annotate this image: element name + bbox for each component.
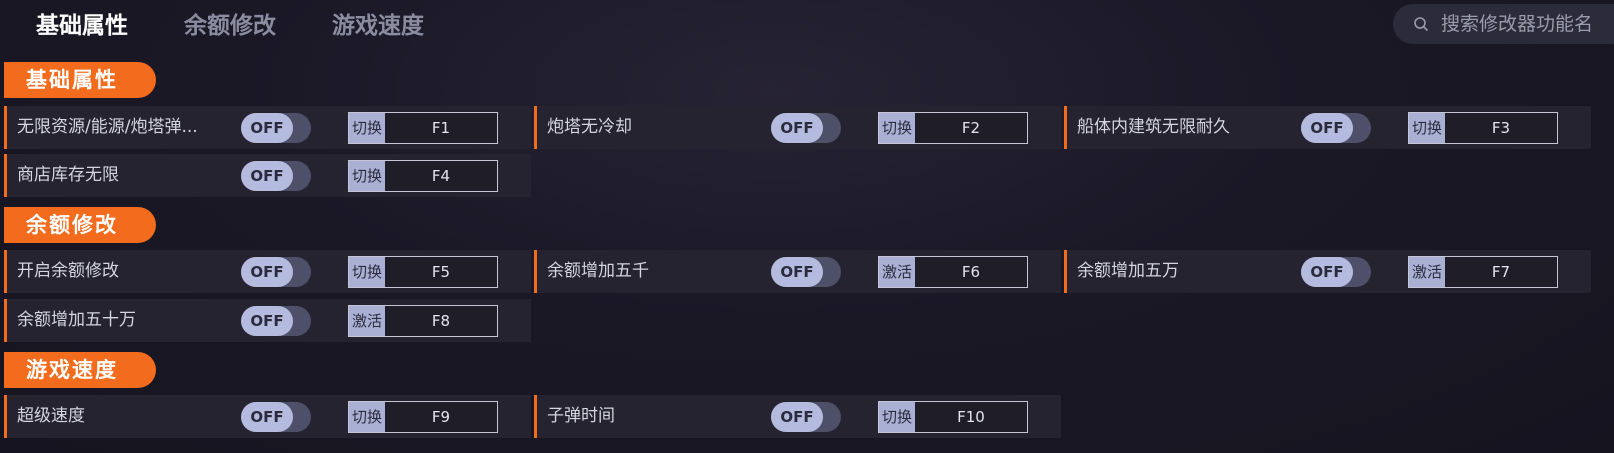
cheat-row: 船体内建筑无限耐久 OFF 切换 F3 bbox=[1064, 106, 1591, 149]
tab-game-speed[interactable]: 游戏速度 bbox=[332, 6, 424, 40]
cheat-toggle[interactable]: OFF bbox=[771, 113, 841, 143]
cheat-name: 船体内建筑无限耐久 bbox=[1077, 117, 1230, 137]
hotkey-action: 激活 bbox=[1409, 257, 1445, 287]
section-title-balance: 余额修改 bbox=[4, 207, 156, 243]
search-icon bbox=[1414, 17, 1429, 32]
hotkey-box[interactable]: 切换 F5 bbox=[348, 256, 498, 288]
tab-basic-attributes[interactable]: 基础属性 bbox=[36, 6, 128, 40]
toggle-state: OFF bbox=[241, 306, 293, 336]
toggle-state: OFF bbox=[241, 161, 293, 191]
tab-balance-modify[interactable]: 余额修改 bbox=[184, 6, 276, 40]
section-title-basic: 基础属性 bbox=[4, 62, 156, 98]
cheat-name: 无限资源/能源/炮塔弹... bbox=[17, 117, 198, 137]
cheat-row: 子弹时间 OFF 切换 F10 bbox=[534, 395, 1061, 438]
cheat-name: 余额增加五万 bbox=[1077, 261, 1179, 281]
hotkey-box[interactable]: 切换 F3 bbox=[1408, 112, 1558, 144]
cheat-toggle[interactable]: OFF bbox=[241, 161, 311, 191]
hotkey-box[interactable]: 激活 F7 bbox=[1408, 256, 1558, 288]
cheat-toggle[interactable]: OFF bbox=[1301, 113, 1371, 143]
cheat-name: 子弹时间 bbox=[547, 406, 615, 426]
cheat-row: 超级速度 OFF 切换 F9 bbox=[4, 395, 531, 438]
cheat-row: 无限资源/能源/炮塔弹... OFF 切换 F1 bbox=[4, 106, 531, 149]
toggle-state: OFF bbox=[1301, 257, 1353, 287]
toggle-state: OFF bbox=[241, 402, 293, 432]
hotkey-box[interactable]: 切换 F1 bbox=[348, 112, 498, 144]
hotkey-key: F1 bbox=[431, 119, 451, 137]
toggle-state: OFF bbox=[1301, 113, 1353, 143]
cheat-row: 余额增加五万 OFF 激活 F7 bbox=[1064, 250, 1591, 293]
hotkey-action: 切换 bbox=[349, 402, 385, 432]
cheat-toggle[interactable]: OFF bbox=[241, 113, 311, 143]
toggle-state: OFF bbox=[771, 113, 823, 143]
hotkey-box[interactable]: 切换 F10 bbox=[878, 401, 1028, 433]
hotkey-key: F5 bbox=[431, 263, 451, 281]
cheat-name: 开启余额修改 bbox=[17, 261, 119, 281]
hotkey-key: F10 bbox=[957, 408, 985, 426]
hotkey-box[interactable]: 激活 F8 bbox=[348, 305, 498, 337]
hotkey-key: F6 bbox=[961, 263, 981, 281]
cheat-name: 余额增加五十万 bbox=[17, 310, 136, 330]
search-placeholder: 搜索修改器功能名 bbox=[1441, 13, 1594, 35]
cheat-name: 炮塔无冷却 bbox=[547, 117, 632, 137]
section-title-speed: 游戏速度 bbox=[4, 352, 156, 388]
toggle-state: OFF bbox=[241, 113, 293, 143]
hotkey-action: 切换 bbox=[349, 161, 385, 191]
cheat-name: 超级速度 bbox=[17, 406, 85, 426]
hotkey-box[interactable]: 切换 F2 bbox=[878, 112, 1028, 144]
toggle-state: OFF bbox=[771, 402, 823, 432]
cheat-row: 商店库存无限 OFF 切换 F4 bbox=[4, 154, 531, 197]
hotkey-key: F3 bbox=[1491, 119, 1511, 137]
cheat-toggle[interactable]: OFF bbox=[771, 257, 841, 287]
cheat-name: 商店库存无限 bbox=[17, 165, 119, 185]
toggle-state: OFF bbox=[241, 257, 293, 287]
cheat-row: 炮塔无冷却 OFF 切换 F2 bbox=[534, 106, 1061, 149]
toggle-state: OFF bbox=[771, 257, 823, 287]
hotkey-key: F2 bbox=[961, 119, 981, 137]
hotkey-key: F7 bbox=[1491, 263, 1511, 281]
cheat-row: 开启余额修改 OFF 切换 F5 bbox=[4, 250, 531, 293]
hotkey-box[interactable]: 切换 F4 bbox=[348, 160, 498, 192]
cheat-toggle[interactable]: OFF bbox=[241, 402, 311, 432]
hotkey-action: 切换 bbox=[349, 113, 385, 143]
search-input[interactable]: 搜索修改器功能名 bbox=[1393, 4, 1614, 44]
cheat-toggle[interactable]: OFF bbox=[241, 306, 311, 336]
cheat-row: 余额增加五十万 OFF 激活 F8 bbox=[4, 299, 531, 342]
hotkey-box[interactable]: 切换 F9 bbox=[348, 401, 498, 433]
hotkey-action: 激活 bbox=[879, 257, 915, 287]
cheat-toggle[interactable]: OFF bbox=[241, 257, 311, 287]
hotkey-key: F4 bbox=[431, 167, 451, 185]
hotkey-action: 激活 bbox=[349, 306, 385, 336]
cheat-name: 余额增加五千 bbox=[547, 261, 649, 281]
hotkey-key: F8 bbox=[431, 312, 451, 330]
hotkey-action: 切换 bbox=[349, 257, 385, 287]
top-bar: 基础属性 余额修改 游戏速度 搜索修改器功能名 bbox=[0, 0, 1614, 46]
cheat-toggle[interactable]: OFF bbox=[1301, 257, 1371, 287]
cheat-row: 余额增加五千 OFF 激活 F6 bbox=[534, 250, 1061, 293]
hotkey-action: 切换 bbox=[879, 113, 915, 143]
hotkey-action: 切换 bbox=[879, 402, 915, 432]
hotkey-key: F9 bbox=[431, 408, 451, 426]
cheat-toggle[interactable]: OFF bbox=[771, 402, 841, 432]
hotkey-action: 切换 bbox=[1409, 113, 1445, 143]
hotkey-box[interactable]: 激活 F6 bbox=[878, 256, 1028, 288]
